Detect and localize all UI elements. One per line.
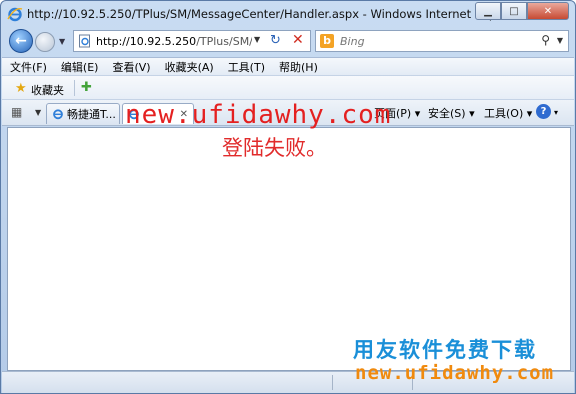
minimize-button[interactable]: ▁ [475, 2, 501, 20]
tab-chanjet[interactable]: 畅捷通T... [46, 103, 120, 124]
title-bar: http://10.92.5.250/TPlus/SM/MessageCente… [1, 1, 575, 27]
watermark-brand: 用友软件免费下载 [353, 338, 537, 362]
status-divider [332, 375, 333, 390]
maximize-button[interactable]: □ [501, 2, 527, 20]
watermark-bottom-url: new.ufidawhy.com [355, 362, 555, 384]
menu-edit[interactable]: 编辑(E) [61, 59, 99, 75]
menu-view[interactable]: 查看(V) [112, 59, 150, 75]
page-icon [79, 34, 90, 48]
address-url: http://10.92.5.250/TPlus/SM/M [96, 35, 252, 48]
back-arrow-icon: ← [15, 33, 27, 49]
recent-pages-dropdown[interactable]: ▼ [59, 37, 65, 46]
forward-button[interactable] [35, 32, 55, 52]
bing-icon: b [320, 34, 334, 48]
search-icon[interactable]: ⚲ [541, 33, 550, 47]
back-button[interactable]: ← [9, 29, 33, 53]
address-url-host: http://10.92.5.250 [96, 35, 197, 48]
menu-bar: 文件(F) 编辑(E) 查看(V) 收藏夹(A) 工具(T) 帮助(H) [2, 57, 574, 76]
help-dropdown[interactable]: ▾ [554, 108, 558, 117]
ie-window: http://10.92.5.250/TPlus/SM/MessageCente… [0, 0, 576, 394]
favorites-bar: ★ 收藏夹 ✚ [2, 76, 574, 100]
search-dropdown[interactable]: ▼ [557, 36, 563, 45]
address-row: ← ▼ http://10.92.5.250/TPlus/SM/M ▼ ↻ ✕ … [1, 27, 575, 57]
favorites-button[interactable]: 收藏夹 [31, 82, 64, 98]
favorites-star-icon[interactable]: ★ [15, 81, 27, 96]
window-title: http://10.92.5.250/TPlus/SM/MessageCente… [27, 7, 523, 21]
menu-help[interactable]: 帮助(H) [279, 59, 318, 75]
menu-file[interactable]: 文件(F) [10, 59, 47, 75]
close-button[interactable]: ✕ [527, 2, 569, 20]
stop-icon[interactable]: ✕ [292, 32, 304, 48]
address-field[interactable]: http://10.92.5.250/TPlus/SM/M ▼ ↻ ✕ [73, 30, 311, 52]
tab-label: 畅捷通T... [67, 108, 116, 121]
address-dropdown[interactable]: ▼ [254, 35, 260, 44]
address-url-path: /TPlus/SM/M [196, 35, 252, 48]
safety-menu-button[interactable]: 安全(S) ▾ [428, 105, 475, 121]
ie-logo-icon [7, 7, 23, 22]
quick-tabs-icon[interactable]: ▦ [11, 105, 22, 119]
safety-menu-label: 安全(S) [428, 107, 466, 120]
tools-menu-label: 工具(O) [484, 107, 524, 120]
tab-list-dropdown[interactable]: ▼ [35, 108, 41, 117]
ie-logo-icon [53, 109, 63, 120]
refresh-icon[interactable]: ↻ [270, 33, 281, 48]
menu-favorites[interactable]: 收藏夹(A) [165, 59, 214, 75]
menu-tools[interactable]: 工具(T) [228, 59, 265, 75]
login-failed-message: 登陆失败。 [222, 136, 327, 160]
divider [74, 80, 75, 96]
help-icon[interactable]: ? [536, 104, 551, 119]
watermark-top-url: new.ufidawhy.com [125, 100, 392, 130]
search-field[interactable]: b Bing ⚲ ▼ [315, 30, 569, 52]
tools-menu-button[interactable]: 工具(O) ▾ [484, 105, 532, 121]
add-favorite-icon[interactable]: ✚ [81, 80, 92, 95]
search-placeholder: Bing [340, 35, 365, 48]
